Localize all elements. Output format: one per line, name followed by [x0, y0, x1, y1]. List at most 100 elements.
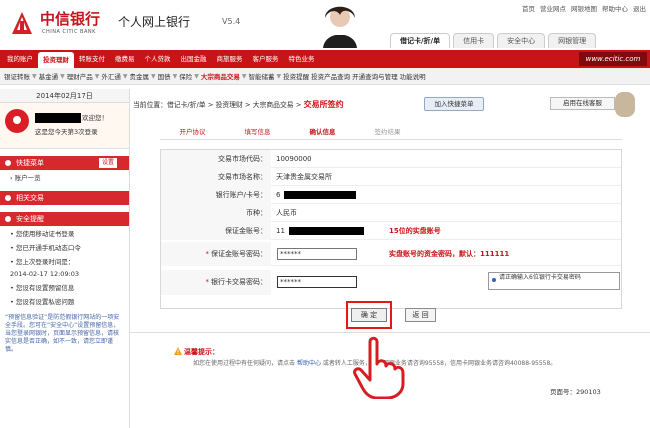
step-result: 签约结果 [374, 128, 401, 136]
map-link[interactable]: 网银地图 [571, 3, 597, 13]
help-center-link[interactable]: 帮助中心 [297, 360, 321, 367]
reserved-info-note: “预留信息验证”是防范假银行网站的一项安全手段。您可在“安全中心”设置预留信息，… [5, 314, 120, 353]
breadcrumb-current: 交易所签约 [303, 100, 344, 109]
card-password-label: * 银行卡交易密码： [161, 270, 271, 295]
quick-menu-title: 快捷菜单 [16, 159, 44, 167]
version-label: V5.4 [222, 17, 241, 26]
margin-password-input[interactable]: ****** [277, 248, 357, 260]
step-agreement: 开户协议 [179, 128, 206, 136]
product-tabs: 借记卡/折/单 信用卡 安全中心 网银管理 [390, 33, 635, 48]
breadcrumb: 当前位置：借记卡/折/单 > 投资理财 > 大宗商品交易 > 交易所签约 [133, 99, 344, 110]
website-url[interactable]: www.ecitic.com [579, 52, 647, 66]
page-number: 页面号：290103 [550, 388, 601, 396]
main-content: 当前位置：借记卡/折/单 > 投资理财 > 大宗商品交易 > 交易所签约 加入快… [130, 89, 650, 428]
nav-overseas-finance[interactable]: 出国金融 [176, 50, 212, 68]
margin-account-prefix: 11 [276, 227, 285, 235]
nav-personal-loan[interactable]: 个人贷款 [140, 50, 176, 68]
bank-account-row: 银行账户/卡号： 6 [161, 186, 621, 204]
help-link[interactable]: 帮助中心 [602, 3, 628, 13]
nav-travel-service[interactable]: 商旅服务 [212, 50, 248, 68]
customer-service-woman-image [323, 6, 357, 48]
security-reminder-header[interactable]: 安全提醒 [0, 212, 129, 226]
login-count-text: 这是您今天第3次登录 [35, 128, 98, 136]
service-avatar-icon [615, 92, 635, 117]
card-password-input[interactable]: ****** [277, 276, 357, 288]
apple-icon [5, 109, 29, 133]
nav-special-business[interactable]: 特色业务 [284, 50, 320, 68]
last-login-label: • 您上次登录时间是： [10, 258, 75, 266]
warm-tip-title: 温馨提示： [184, 348, 219, 356]
divider [130, 332, 650, 333]
bank-account-label: 银行账户/卡号： [161, 186, 271, 204]
subnav-insurance[interactable]: 保险 [179, 71, 192, 81]
market-code-value: 10090000 [276, 155, 312, 163]
tab-online-banking-management[interactable]: 网银管理 [548, 33, 597, 48]
tab-credit-card[interactable]: 信用卡 [453, 33, 495, 48]
main-navigation: 我的账户 投资理财 转账支付 缴费易 个人贷款 出国金融 商旅服务 客户服务 特… [0, 50, 650, 68]
warning-icon [174, 347, 182, 355]
subnav-treasury-bonds[interactable]: 国债 [158, 71, 171, 81]
quick-menu-settings-button[interactable]: 设置 [98, 158, 117, 168]
top-links: 首页 营业网点 网银地图 帮助中心 退出 [404, 2, 646, 14]
currency-label: 币种： [161, 204, 271, 222]
nav-transfer-payment[interactable]: 转账支付 [74, 50, 110, 68]
currency-row: 币种： 人民币 [161, 204, 621, 222]
subnav-fund[interactable]: 基金通 [39, 71, 59, 81]
subnav-product-query[interactable]: 投资产品查询 [311, 71, 350, 81]
subnav-smart-savings[interactable]: 智能储蓄 [249, 71, 275, 81]
market-name-row: 交易市场名称： 天津贵金属交易所 [161, 168, 621, 186]
card-password-row: * 银行卡交易密码： ****** 请正确输入6位银行卡交易密码 [161, 270, 621, 295]
sidebar-item-account-overview[interactable]: › 账户一览 [0, 170, 129, 184]
breadcrumb-path: 当前位置：借记卡/折/单 > 投资理财 > 大宗商品交易 > [133, 101, 302, 109]
market-code-label: 交易市场代码： [161, 150, 271, 168]
market-name-value: 天津贵金属交易所 [276, 173, 332, 181]
market-code-row: 交易市场代码： 10090000 [161, 150, 621, 168]
private-question-warning: • 您设有设置私密问题 [10, 298, 75, 306]
tab-security-center[interactable]: 安全中心 [497, 33, 546, 48]
margin-password-row: * 保证金账号密码： ****** 实盘账号的资金密码，默认：111111 [161, 242, 621, 266]
add-shortcut-button[interactable]: 加入快捷菜单 [424, 97, 484, 111]
subnav-precious-metals[interactable]: 贵金属 [130, 71, 150, 81]
confirm-button[interactable]: 确 定 [351, 308, 387, 322]
security-mobile-password: • 您已开通手机动态口令 [10, 244, 81, 252]
step-fill-info: 填写信息 [244, 128, 271, 136]
masked-margin-account [289, 227, 364, 235]
subnav-commodity-trading[interactable]: 大宗商品交易 [201, 71, 240, 81]
margin-account-tip: 15位的实盘账号 [389, 227, 441, 235]
tab-debit-card[interactable]: 借记卡/折/单 [390, 33, 451, 48]
subnav-bank-securities-transfer[interactable]: 银证转账 [4, 71, 30, 81]
subnav-open-query-management[interactable]: 开通查询与管理 [352, 71, 398, 81]
masked-user-name [35, 113, 81, 123]
header: 中信银行 CHINA CITIC BANK 个人网上银行 V5.4 首页 营业网… [0, 0, 650, 50]
step-confirm-info: 确认信息 [309, 128, 336, 136]
masked-bank-account [284, 191, 356, 199]
welcome-text: 欢迎您！ [82, 114, 108, 122]
signup-form: 交易市场代码： 10090000 交易市场名称： 天津贵金属交易所 银行账户/卡… [160, 149, 622, 309]
last-login-time: 2014-02-17 12:09:03 [10, 270, 80, 278]
bank-english-name: CHINA CITIC BANK [42, 29, 96, 35]
related-transactions-header[interactable]: 相关交易 [0, 191, 129, 205]
margin-account-row: 保证金账号： 11 15位的实盘账号 [161, 222, 621, 240]
current-date: 2014年02月17日 [0, 89, 129, 103]
home-link[interactable]: 首页 [522, 3, 535, 13]
margin-password-tip: 实盘账号的资金密码，默认：111111 [389, 250, 510, 258]
bank-name: 中信银行 [40, 10, 101, 28]
currency-value: 人民币 [276, 209, 297, 217]
page-title: 个人网上银行 [118, 15, 191, 29]
card-password-hint: 请正确输入6位银行卡交易密码 [488, 272, 620, 290]
margin-account-label: 保证金账号： [161, 222, 271, 240]
subnav-wealth-products[interactable]: 理财产品 [67, 71, 93, 81]
bank-account-prefix: 6 [276, 191, 281, 199]
subnav-forex[interactable]: 外汇通 [101, 71, 121, 81]
nav-investment[interactable]: 投资理财 [38, 52, 74, 68]
subnav-investment-reminder[interactable]: 投资提醒 [283, 71, 309, 81]
back-button[interactable]: 返 回 [405, 308, 436, 322]
branches-link[interactable]: 营业网点 [540, 3, 566, 13]
nav-my-account[interactable]: 我的账户 [2, 50, 38, 68]
logout-link[interactable]: 退出 [633, 3, 646, 13]
nav-bill-payment[interactable]: 缴费易 [110, 50, 140, 68]
online-service-button[interactable]: 启用在线客服 [550, 97, 615, 110]
subnav-function-description[interactable]: 功能说明 [400, 71, 426, 81]
signup-steps: 开户协议 填写信息 确认信息 签约结果 [160, 126, 622, 140]
nav-customer-service[interactable]: 客户服务 [248, 50, 284, 68]
